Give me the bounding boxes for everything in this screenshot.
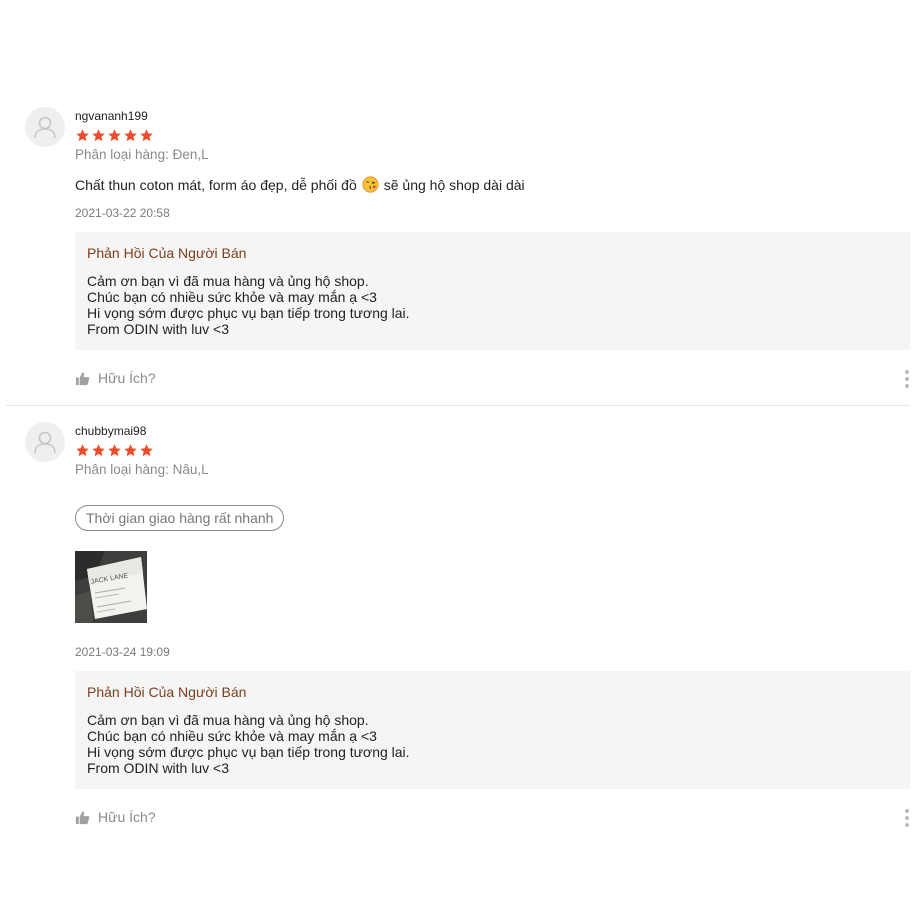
star-icon — [108, 129, 121, 142]
seller-reply-line: Hi vọng sớm được phục vụ bạn tiếp trong … — [87, 744, 410, 760]
seller-reply-line: Hi vọng sớm được phục vụ bạn tiếp trong … — [87, 305, 410, 321]
review-media-thumbnail[interactable]: JACK LANE — [75, 551, 147, 623]
reviewer-username[interactable]: chubbymai98 — [75, 424, 146, 438]
more-options-icon[interactable] — [903, 809, 911, 827]
seller-reply-title: Phản Hồi Của Người Bán — [87, 684, 247, 700]
comment-text: sẽ ủng hộ shop dài dài — [383, 176, 525, 193]
rating-stars — [75, 128, 154, 143]
variation-label: Phân loại hàng: Nâu,L — [75, 462, 209, 477]
user-icon — [34, 116, 56, 139]
product-photo: JACK LANE — [75, 551, 147, 623]
user-icon — [34, 431, 56, 454]
seller-reply-line: From ODIN with luv <3 — [87, 321, 229, 337]
thumbs-up-icon — [75, 371, 90, 385]
review-timestamp: 2021-03-24 19:09 — [75, 645, 170, 659]
seller-reply-line: Chúc bạn có nhiều sức khỏe và may mắn ạ … — [87, 289, 377, 305]
star-icon — [140, 129, 153, 142]
review-timestamp: 2021-03-22 20:58 — [75, 206, 170, 220]
seller-reply-line: Chúc bạn có nhiều sức khỏe và may mắn ạ … — [87, 728, 377, 744]
helpful-label: Hữu Ích? — [98, 370, 156, 386]
comment-text: Chất thun coton mát, form áo đẹp, dễ phố… — [75, 176, 357, 193]
seller-reply-line: Cảm ơn bạn vì đã mua hàng và ủng hộ shop… — [87, 712, 369, 728]
review-tag: Thời gian giao hàng rất nhanh — [75, 505, 285, 531]
reviewer-username[interactable]: ngvananh199 — [75, 109, 148, 123]
star-icon — [76, 129, 89, 142]
seller-reply: Phản Hồi Của Người Bán Cảm ơn bạn vì đã … — [75, 671, 910, 789]
star-icon — [124, 129, 137, 142]
seller-reply-title: Phản Hồi Của Người Bán — [87, 245, 247, 261]
seller-reply-line: From ODIN with luv <3 — [87, 760, 229, 776]
star-icon — [124, 444, 137, 457]
rating-stars — [75, 443, 154, 458]
helpful-button[interactable]: Hữu Ích? — [75, 809, 156, 825]
helpful-button[interactable]: Hữu Ích? — [75, 370, 156, 386]
seller-reply-line: Cảm ơn bạn vì đã mua hàng và ủng hộ shop… — [87, 273, 369, 289]
face-blowing-kiss-icon — [362, 176, 379, 193]
star-icon — [92, 129, 105, 142]
avatar[interactable] — [25, 107, 65, 147]
review-comment: Chất thun coton mát, form áo đẹp, dễ phố… — [75, 176, 525, 193]
star-icon — [92, 444, 105, 457]
thumbs-up-icon — [75, 810, 90, 824]
more-options-icon[interactable] — [903, 370, 911, 388]
review-divider — [6, 405, 910, 406]
star-icon — [76, 444, 89, 457]
helpful-label: Hữu Ích? — [98, 809, 156, 825]
seller-reply: Phản Hồi Của Người Bán Cảm ơn bạn vì đã … — [75, 232, 910, 350]
star-icon — [140, 444, 153, 457]
variation-label: Phân loại hàng: Đen,L — [75, 147, 209, 162]
star-icon — [108, 444, 121, 457]
avatar[interactable] — [25, 422, 65, 462]
